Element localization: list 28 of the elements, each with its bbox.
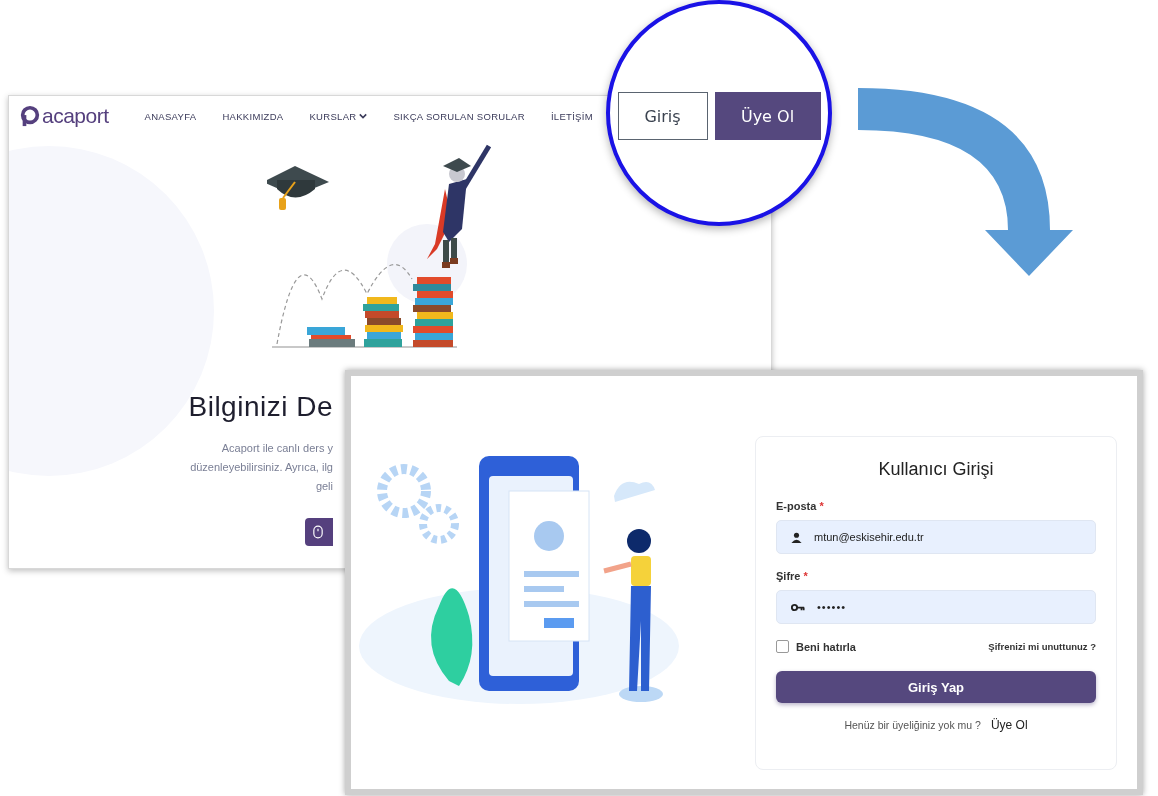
hero-text: düzenleyebilirsiniz. Ayrıca, ilg: [189, 460, 333, 474]
nav-link[interactable]: SIKÇA SORULAN SORULAR: [393, 110, 525, 122]
logo-icon: [19, 105, 41, 127]
signup-link[interactable]: Üye Ol: [990, 718, 1028, 732]
signup-button[interactable]: Üye Ol: [714, 92, 821, 140]
password-field[interactable]: ••••••: [776, 590, 1096, 624]
hero-heading: Bilginizi De: [187, 391, 333, 423]
submit-button[interactable]: Giriş Yap: [776, 671, 1096, 703]
mouse-icon: [313, 525, 323, 539]
hero-text: geli: [314, 479, 333, 493]
nav-link[interactable]: ANASAYFA: [144, 110, 197, 122]
signup-prompt: Henüz bir üyeliğiniz yok mu ?: [844, 719, 981, 731]
field-label: Şifre *: [776, 570, 809, 582]
nav-link[interactable]: HAKKIMIZDA: [222, 110, 284, 122]
hero-button[interactable]: [305, 518, 333, 546]
email-field[interactable]: mtun@eskisehir.edu.tr: [776, 520, 1096, 554]
field-label: E-posta *: [776, 500, 825, 512]
forgot-password-link[interactable]: Şifrenizi mi unuttunuz ?: [988, 641, 1096, 652]
checkbox-label: Beni hatırla: [796, 640, 856, 653]
nav-link[interactable]: KURSLAR: [309, 110, 357, 122]
user-icon: [791, 531, 802, 543]
login-button[interactable]: Giriş: [617, 92, 708, 140]
hero-text: Acaport ile canlı ders y: [220, 441, 333, 455]
nav-link[interactable]: İLETİŞİM: [550, 110, 593, 122]
logo-text[interactable]: acaport: [42, 104, 109, 128]
checkbox[interactable]: [776, 640, 789, 653]
form-title: Kullanıcı Girişi: [877, 459, 995, 480]
key-icon: [791, 602, 805, 612]
